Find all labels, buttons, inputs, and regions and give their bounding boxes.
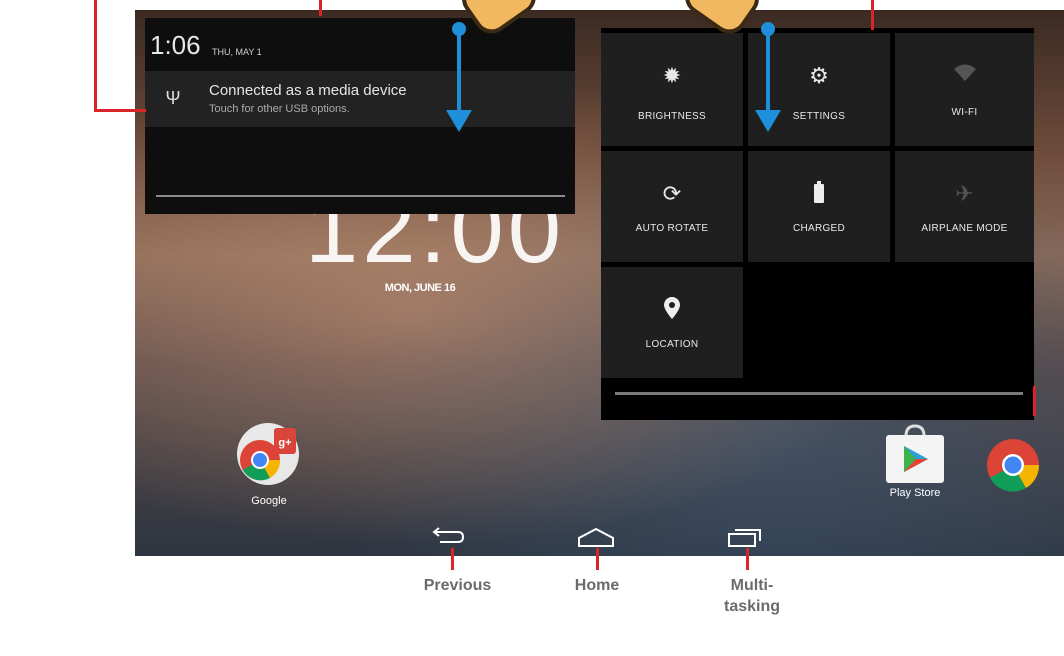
notification-subtitle: Touch for other USB options. [209, 103, 350, 115]
svg-text:g+: g+ [278, 437, 291, 449]
wifi-icon [895, 63, 1034, 89]
back-arrow-icon [432, 527, 465, 543]
auto-rotate-icon: ⟳ [662, 181, 682, 206]
tile-label: WI-FI [951, 107, 978, 118]
tile-label: CHARGED [792, 223, 846, 234]
notification-title: Connected as a media device [209, 82, 407, 99]
tile-location[interactable]: LOCATION [601, 267, 743, 378]
tile-charged[interactable]: CHARGED [748, 151, 890, 262]
annotation-line [746, 548, 749, 570]
home-button[interactable] [577, 526, 615, 548]
previous-label: Previous [423, 577, 492, 594]
google-app-icon[interactable]: g+ [236, 422, 300, 486]
annotation-line [451, 548, 454, 570]
lockscreen-date: MON, JUNE 16 [384, 282, 456, 294]
tile-label: LOCATION [645, 339, 699, 350]
play-store-icon[interactable] [884, 424, 946, 484]
multitasking-label-line2: tasking [723, 598, 780, 615]
tile-wifi[interactable]: WI-FI [895, 33, 1034, 146]
swipe-arrow-line [766, 30, 770, 112]
multitasking-label-line1: Multi- [730, 577, 774, 594]
swipe-arrow-head-icon [446, 110, 472, 132]
home-house-icon [578, 527, 614, 547]
annotation-line [871, 0, 874, 30]
usb-notification[interactable] [145, 71, 575, 127]
notification-day: THU, MAY 1 [212, 47, 262, 57]
battery-icon [748, 181, 890, 209]
airplane-icon: ✈ [955, 181, 974, 206]
notification-time: 1:06 [150, 30, 201, 60]
quick-settings-handle[interactable] [615, 392, 1023, 395]
usb-icon: Ψ [165, 88, 181, 108]
notification-panel-handle[interactable] [156, 195, 565, 197]
annotation-line [1033, 386, 1036, 416]
back-button[interactable] [430, 527, 466, 545]
tile-airplane-mode[interactable]: ✈ AIRPLANE MODE [895, 151, 1034, 262]
tile-brightness[interactable]: ✹ BRIGHTNESS [601, 33, 743, 146]
tile-auto-rotate[interactable]: ⟳ AUTO ROTATE [601, 151, 743, 262]
home-label: Home [574, 577, 620, 594]
recent-apps-button[interactable] [727, 526, 763, 548]
brightness-icon: ✹ [662, 63, 682, 88]
tile-label: BRIGHTNESS [637, 111, 706, 122]
tile-label: AUTO ROTATE [635, 223, 709, 234]
annotation-line [319, 0, 322, 16]
annotation-line [94, 109, 146, 112]
annotation-line [596, 548, 599, 570]
tile-label: AIRPLANE MODE [921, 223, 1008, 234]
play-store-label: Play Store [889, 487, 941, 499]
chrome-app-icon[interactable] [986, 438, 1040, 492]
swipe-arrow-head-icon [755, 110, 781, 132]
recent-apps-icon [728, 529, 761, 547]
annotation-line [94, 0, 97, 112]
swipe-arrow-line [457, 30, 461, 112]
location-pin-icon [601, 297, 743, 325]
google-app-label: Google [251, 495, 287, 507]
